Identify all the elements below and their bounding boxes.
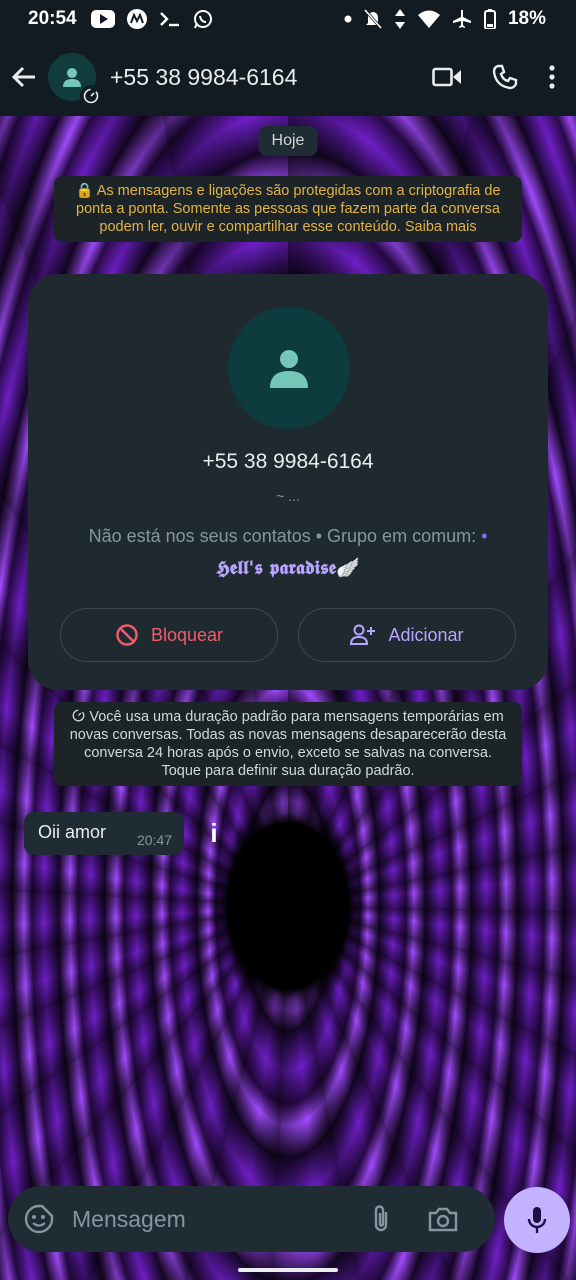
contact-info-text: Não está nos seus contatos • Grupo em co… — [88, 526, 477, 546]
contact-phone: +55 38 9984-6164 — [202, 450, 374, 473]
person-icon — [270, 350, 308, 388]
info-icon[interactable]: i — [200, 815, 228, 851]
group-bullet: • — [481, 526, 488, 546]
attach-icon[interactable] — [370, 1204, 392, 1234]
whatsapp-icon — [193, 10, 212, 29]
composer — [8, 1186, 495, 1252]
block-icon — [116, 624, 138, 646]
timer-icon — [72, 709, 85, 722]
mic-icon — [527, 1207, 547, 1233]
battery-percent: 18% — [507, 8, 546, 29]
mic-button[interactable] — [504, 1187, 570, 1253]
gesture-nav-bar[interactable] — [238, 1268, 338, 1272]
status-bar: 20:54 18% — [0, 0, 576, 38]
more-vert-icon[interactable] — [548, 65, 556, 89]
battery-icon — [483, 9, 496, 29]
common-group-name[interactable]: 𝕳𝖊𝖑𝖑'𝖘 𝖕𝖆𝖗𝖆𝖉𝖎𝖘𝖊🪽 — [28, 556, 548, 579]
mute-icon — [363, 9, 382, 29]
data-arrows-icon — [394, 9, 405, 29]
contact-info: Não está nos seus contatos • Grupo em co… — [28, 526, 548, 547]
dot-icon — [344, 15, 352, 23]
contact-avatar[interactable] — [228, 307, 350, 429]
sticker-icon[interactable] — [24, 1204, 54, 1234]
message-input[interactable] — [70, 1204, 364, 1234]
contact-card: +55 38 9984-6164 ~ ... Não está nos seus… — [28, 274, 548, 690]
back-arrow-icon[interactable] — [10, 63, 38, 91]
contact-about: ~ ... — [276, 488, 300, 504]
avatar[interactable] — [48, 53, 102, 107]
disappearing-notice-text: Você usa uma duração padrão para mensage… — [69, 709, 507, 779]
airplane-icon — [452, 10, 471, 28]
add-label: Adicionar — [388, 624, 464, 645]
incoming-message[interactable]: Oii amor 20:47 — [24, 812, 184, 855]
add-contact-button[interactable]: Adicionar — [298, 608, 516, 662]
date-chip: Hoje — [258, 126, 318, 156]
add-person-icon — [350, 624, 376, 645]
message-time: 20:47 — [136, 832, 172, 848]
phone-call-icon[interactable] — [492, 64, 518, 90]
camera-icon[interactable] — [428, 1206, 458, 1232]
motorola-icon — [126, 9, 147, 29]
video-call-icon[interactable] — [432, 66, 462, 88]
chat-title[interactable]: +55 38 9984-6164 — [110, 64, 297, 91]
block-button[interactable]: Bloquear — [60, 608, 278, 662]
terminal-icon — [159, 12, 179, 27]
status-time: 20:54 — [28, 8, 77, 29]
chat-header: +55 38 9984-6164 — [0, 38, 576, 116]
message-text: Oii amor — [38, 822, 107, 842]
youtube-icon — [90, 10, 115, 28]
person-icon — [63, 68, 81, 87]
encryption-notice[interactable]: 🔒 As mensagens e ligações são protegidas… — [54, 176, 522, 242]
disappearing-timer-icon — [80, 85, 102, 107]
disappearing-messages-notice[interactable]: Você usa uma duração padrão para mensage… — [54, 702, 522, 786]
block-label: Bloquear — [150, 624, 224, 645]
wifi-icon — [417, 10, 440, 28]
